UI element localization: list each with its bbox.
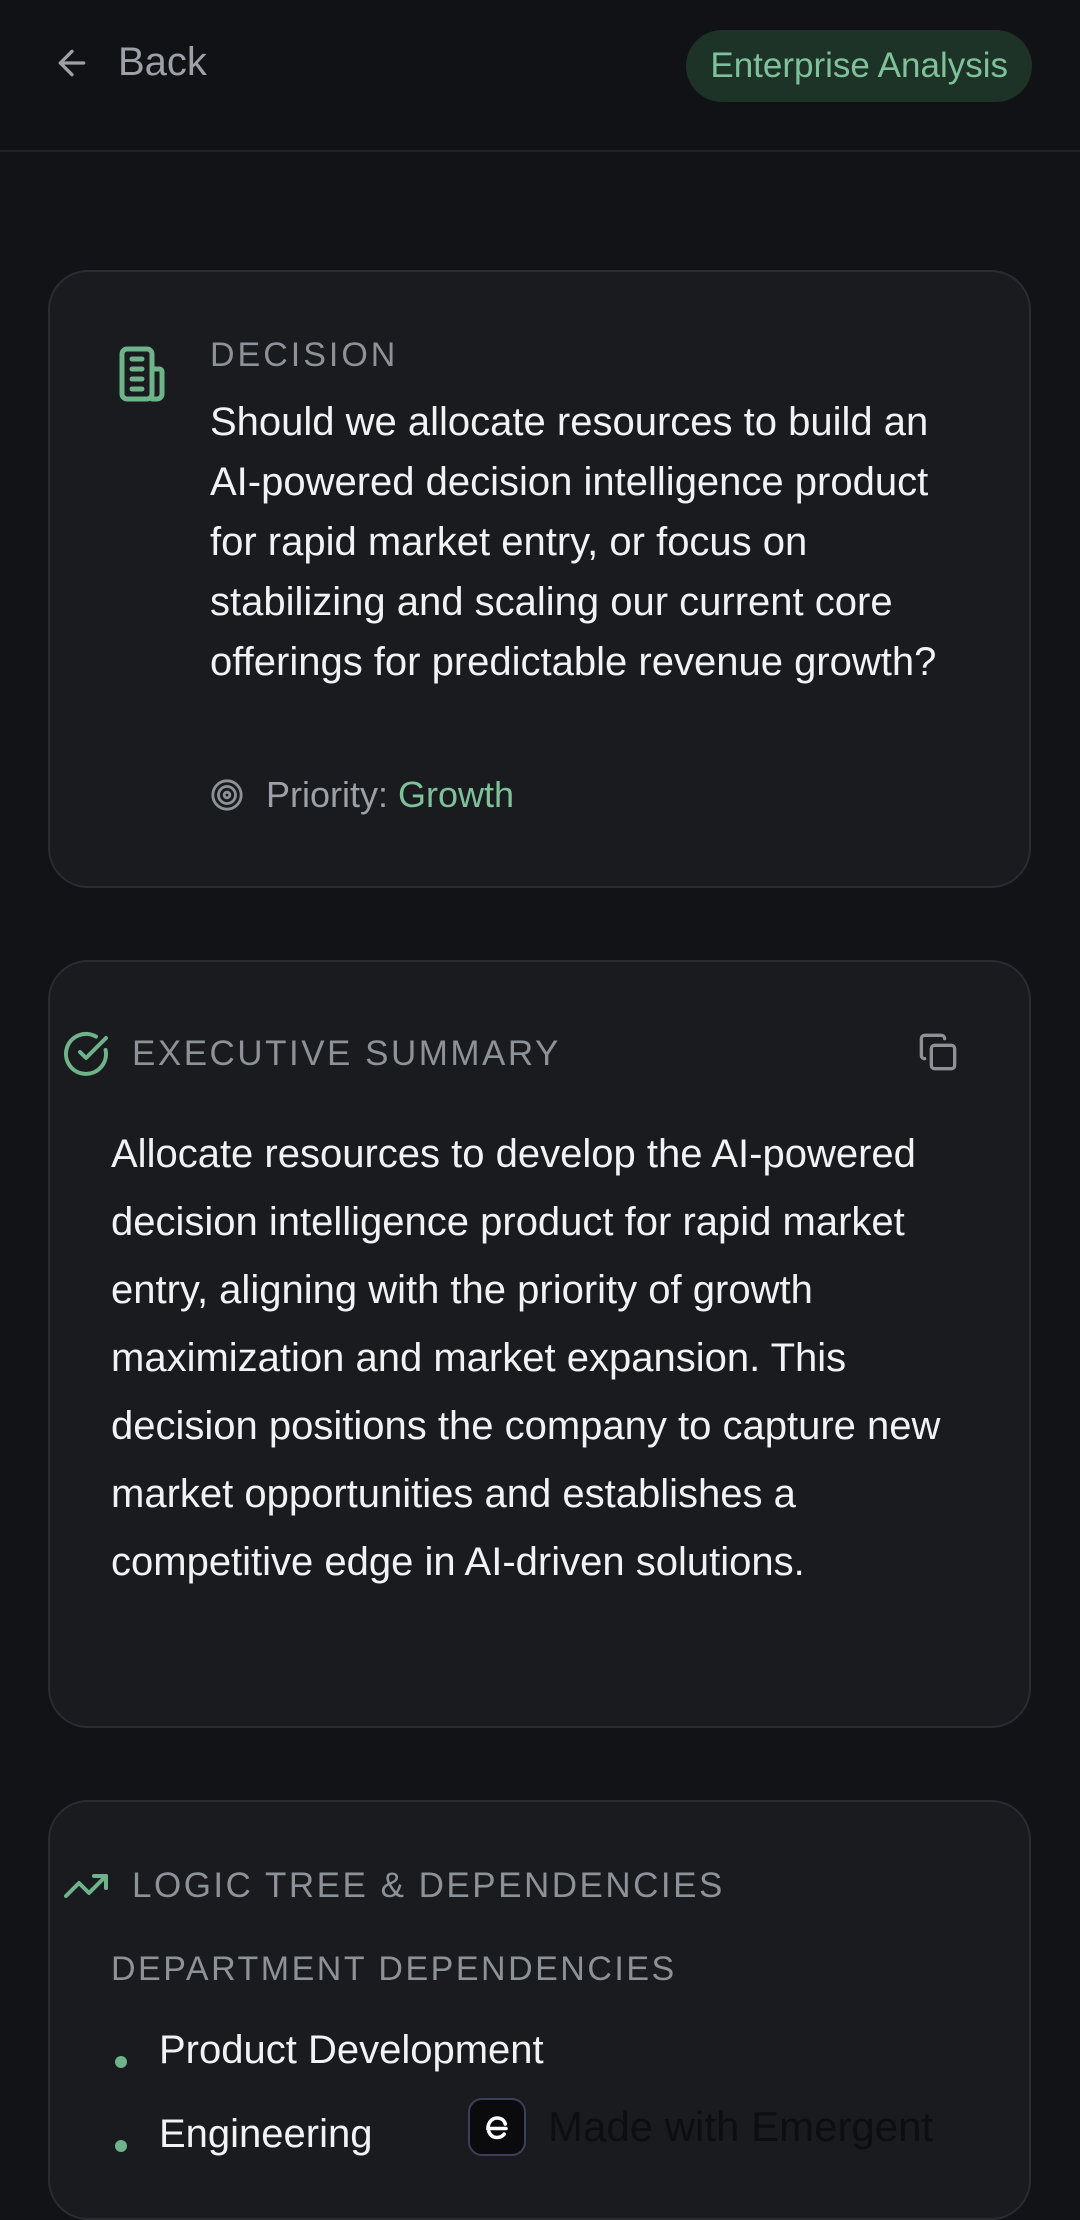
check-circle-icon [64,1031,108,1076]
dependency-label: Engineering [159,2112,373,2156]
back-label: Back [118,40,207,84]
priority-row: Priority: Growth [210,774,514,816]
executive-summary-text: Allocate resources to develop the AI-pow… [111,1132,941,1584]
trending-up-icon [64,1874,108,1898]
executive-summary-header: EXECUTIVE SUMMARY [62,1030,561,1078]
made-with-label: Made with Emergent [548,2103,934,2150]
made-with-emergent-badge[interactable]: Made with Emergent [468,2098,933,2156]
executive-summary-label: EXECUTIVE SUMMARY [132,1034,561,1073]
bullet-icon [115,2056,127,2068]
decision-section-label: DECISION [210,336,399,374]
list-item: Product Development [111,2020,544,2104]
arrow-left-icon [58,49,86,76]
priority-label: Priority: [266,774,389,815]
document-icon [119,346,165,402]
back-button[interactable]: Back [52,40,207,85]
copy-icon[interactable] [918,1032,958,1072]
decision-question: Should we allocate resources to build an… [210,400,937,684]
department-dependencies-label: DEPARTMENT DEPENDENCIES [111,1950,677,1988]
target-icon [211,779,243,811]
top-bar: Back Enterprise Analysis [0,0,1080,152]
logic-tree-header: LOGIC TREE & DEPENDENCIES [62,1862,725,1910]
analysis-type-badge: Enterprise Analysis [686,30,1032,102]
emergent-logo-icon [468,2098,526,2156]
priority-value: Growth [398,774,515,815]
logic-tree-label: LOGIC TREE & DEPENDENCIES [132,1866,725,1905]
dependency-label: Product Development [159,2028,544,2072]
decision-card: DECISION Should we allocate resources to… [48,270,1031,888]
bullet-icon [115,2140,127,2152]
